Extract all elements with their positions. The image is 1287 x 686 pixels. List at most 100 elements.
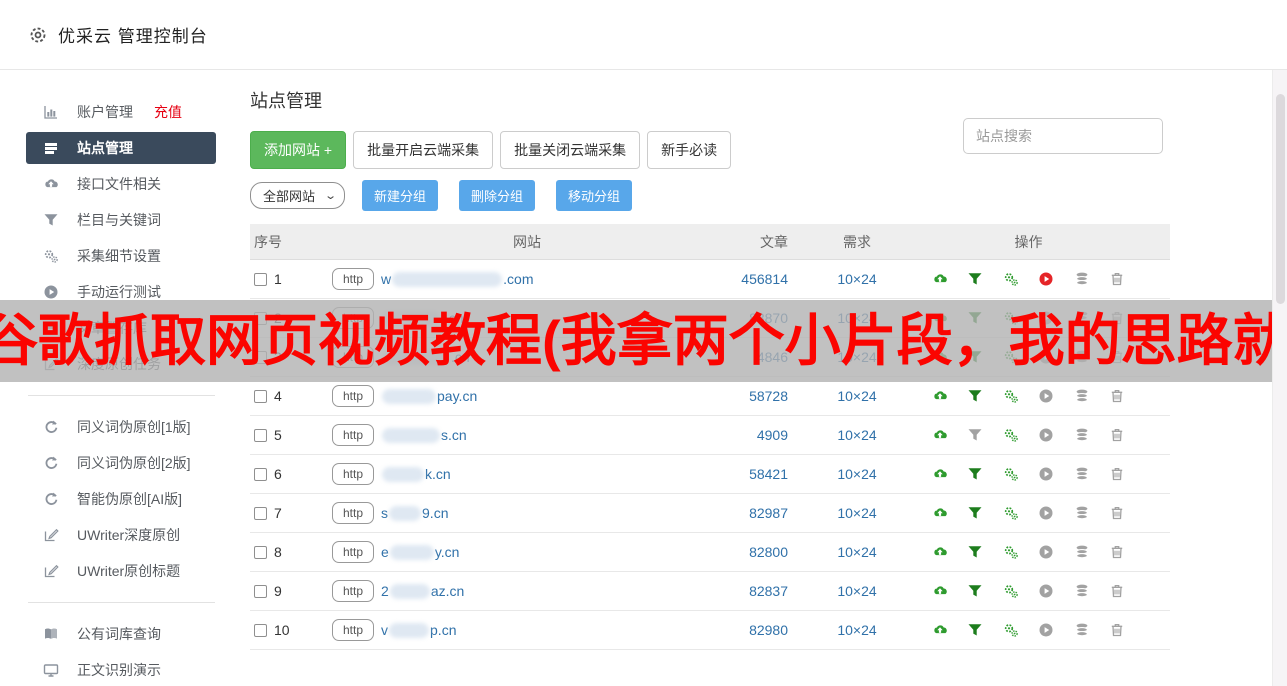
row-checkbox[interactable]: [254, 467, 267, 481]
database-icon[interactable]: [1074, 544, 1090, 560]
protocol-button[interactable]: http: [332, 385, 375, 407]
article-count[interactable]: 58728: [749, 388, 788, 404]
protocol-button[interactable]: http: [332, 346, 375, 368]
trash-icon[interactable]: [1109, 349, 1125, 365]
site-domain[interactable]: s 9.cn: [381, 505, 448, 521]
add-site-button[interactable]: 添加网站 +: [250, 131, 347, 169]
trash-icon[interactable]: [1109, 505, 1125, 521]
gears-icon[interactable]: [1003, 544, 1019, 560]
group-select-dropdown[interactable]: 全部网站 ⌄: [250, 181, 345, 209]
demand-link[interactable]: 10×24: [837, 544, 876, 560]
cloud-upload-icon[interactable]: [932, 622, 948, 638]
cloud-upload-icon[interactable]: [932, 544, 948, 560]
article-count[interactable]: 83870: [749, 310, 788, 326]
filter-icon[interactable]: [967, 544, 983, 560]
trash-icon[interactable]: [1109, 310, 1125, 326]
sidebar-item[interactable]: 账户管理 充值: [0, 94, 243, 130]
article-count[interactable]: 82837: [749, 583, 788, 599]
row-checkbox[interactable]: [254, 545, 267, 559]
gears-icon[interactable]: [1003, 583, 1019, 599]
site-domain[interactable]: 2 az.cn: [381, 583, 464, 599]
gears-icon[interactable]: [1003, 622, 1019, 638]
site-search-input[interactable]: [963, 118, 1163, 154]
trash-icon[interactable]: [1109, 466, 1125, 482]
site-domain[interactable]: .cn: [381, 349, 470, 365]
database-icon[interactable]: [1074, 427, 1090, 443]
row-checkbox[interactable]: [254, 311, 267, 325]
gears-icon[interactable]: [1003, 427, 1019, 443]
trash-icon[interactable]: [1109, 583, 1125, 599]
trash-icon[interactable]: [1109, 271, 1125, 287]
filter-icon[interactable]: [967, 583, 983, 599]
filter-icon[interactable]: [967, 271, 983, 287]
play-icon[interactable]: [1038, 505, 1054, 521]
play-icon[interactable]: [1038, 388, 1054, 404]
gears-icon[interactable]: [1003, 310, 1019, 326]
play-icon[interactable]: [1038, 427, 1054, 443]
cloud-upload-icon[interactable]: [932, 505, 948, 521]
row-checkbox[interactable]: [254, 428, 267, 442]
filter-icon[interactable]: [967, 388, 983, 404]
sidebar-item[interactable]: 采集细节设置: [0, 238, 243, 274]
sidebar-item[interactable]: UWriter原创标题: [0, 553, 243, 589]
sidebar-item[interactable]: 栏目与关键词: [0, 202, 243, 238]
demand-link[interactable]: 10×24: [837, 349, 876, 365]
gears-icon[interactable]: [1003, 388, 1019, 404]
move-group-button[interactable]: 移动分组: [556, 179, 633, 211]
filter-icon[interactable]: [967, 427, 983, 443]
site-domain[interactable]: pay.cn: [381, 388, 477, 404]
protocol-button[interactable]: http: [332, 541, 375, 563]
trash-icon[interactable]: [1109, 544, 1125, 560]
protocol-button[interactable]: http: [332, 619, 375, 641]
row-checkbox[interactable]: [254, 350, 267, 364]
play-icon[interactable]: [1038, 466, 1054, 482]
row-checkbox[interactable]: [254, 623, 267, 637]
sidebar-item[interactable]: 深度原创任务: [0, 346, 243, 382]
cloud-upload-icon[interactable]: [932, 583, 948, 599]
protocol-button[interactable]: http: [332, 463, 375, 485]
site-domain[interactable]: w .com: [381, 271, 533, 287]
play-icon[interactable]: [1038, 544, 1054, 560]
gears-icon[interactable]: [1003, 271, 1019, 287]
batch-open-collect-button[interactable]: 批量开启云端采集: [353, 131, 494, 169]
site-domain[interactable]: t.cn: [381, 310, 464, 326]
database-icon[interactable]: [1074, 388, 1090, 404]
recharge-link[interactable]: 充值: [154, 102, 182, 122]
cloud-upload-icon[interactable]: [932, 466, 948, 482]
sidebar-item[interactable]: 公有词库查询: [0, 616, 243, 652]
article-count[interactable]: 456814: [741, 271, 788, 287]
row-checkbox[interactable]: [254, 272, 267, 286]
article-count[interactable]: 4846: [757, 349, 788, 365]
scrollbar-thumb[interactable]: [1276, 94, 1285, 304]
trash-icon[interactable]: [1109, 388, 1125, 404]
demand-link[interactable]: 10×24: [837, 622, 876, 638]
cloud-upload-icon[interactable]: [932, 271, 948, 287]
play-icon[interactable]: [1038, 622, 1054, 638]
demand-link[interactable]: 10×24: [837, 271, 876, 287]
article-count[interactable]: 4909: [757, 427, 788, 443]
site-domain[interactable]: k.cn: [381, 466, 451, 482]
sidebar-item[interactable]: 站点管理: [26, 132, 216, 164]
new-group-button[interactable]: 新建分组: [362, 179, 439, 211]
cloud-upload-icon[interactable]: [932, 427, 948, 443]
trash-icon[interactable]: [1109, 622, 1125, 638]
play-icon[interactable]: [1038, 310, 1054, 326]
demand-link[interactable]: 10×24: [837, 427, 876, 443]
protocol-button[interactable]: http: [332, 424, 375, 446]
gears-icon[interactable]: [1003, 505, 1019, 521]
sidebar-item[interactable]: 文章暂存库: [0, 310, 243, 346]
article-count[interactable]: 82987: [749, 505, 788, 521]
site-domain[interactable]: e y.cn: [381, 544, 459, 560]
protocol-button[interactable]: http: [332, 580, 375, 602]
demand-link[interactable]: 10×24: [837, 310, 876, 326]
sidebar-item[interactable]: 同义词伪原创[1版]: [0, 409, 243, 445]
trash-icon[interactable]: [1109, 427, 1125, 443]
gears-icon[interactable]: [1003, 466, 1019, 482]
filter-icon[interactable]: [967, 349, 983, 365]
row-checkbox[interactable]: [254, 389, 267, 403]
cloud-upload-icon[interactable]: [932, 310, 948, 326]
filter-icon[interactable]: [967, 505, 983, 521]
sidebar-item[interactable]: 手动运行测试: [0, 274, 243, 310]
database-icon[interactable]: [1074, 622, 1090, 638]
database-icon[interactable]: [1074, 349, 1090, 365]
